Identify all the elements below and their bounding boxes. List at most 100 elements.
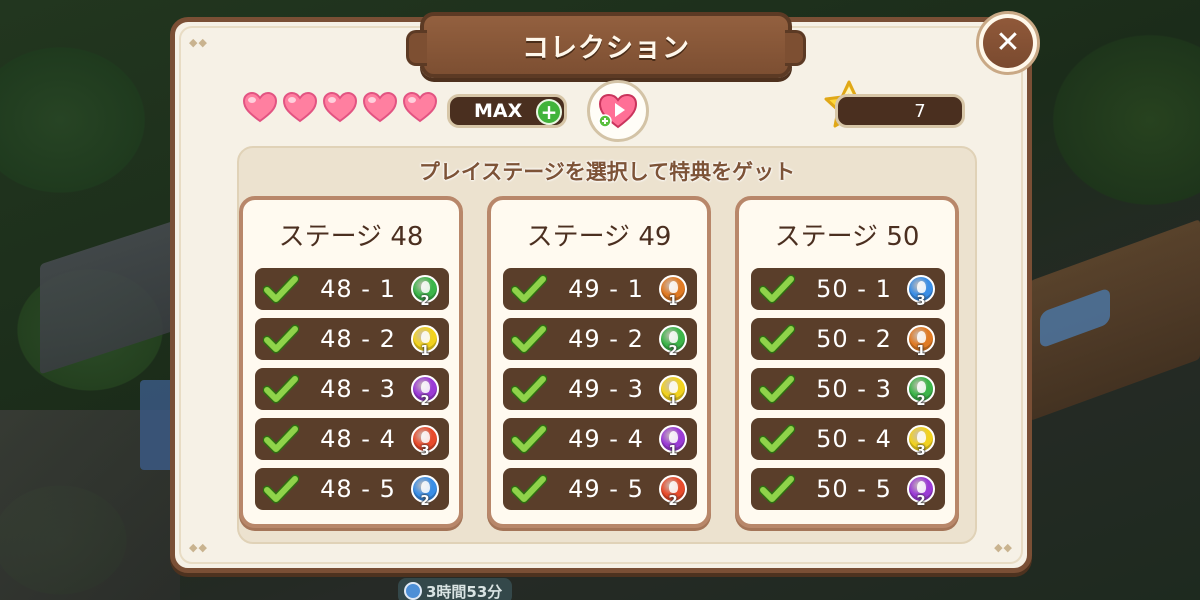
- orb-count: 2: [420, 294, 430, 309]
- orb-count: 3: [916, 294, 926, 309]
- checkmark-icon: [263, 274, 299, 304]
- heart-icon: [361, 90, 399, 124]
- checkmark-icon: [759, 474, 795, 504]
- stage-row[interactable]: 49 - 2 2: [503, 318, 697, 360]
- stage-row[interactable]: 48 - 3 2: [255, 368, 449, 410]
- orange-orb-icon: 1: [907, 325, 935, 359]
- stage-card: ステージ 48 48 - 1 2 48 - 2 1 48 - 3 2 48 - 4 3 48 - …: [239, 196, 463, 528]
- checkmark-icon: [263, 424, 299, 454]
- timer-chip: 3時間53分: [398, 578, 513, 600]
- orb-count: 3: [420, 444, 430, 459]
- checkmark-icon: [511, 274, 547, 304]
- stage-row[interactable]: 48 - 1 2: [255, 268, 449, 310]
- panel-instruction: プレイステージを選択して特典をゲット: [418, 160, 796, 184]
- checkmark-icon: [263, 374, 299, 404]
- hearts-row: [241, 90, 439, 124]
- stage-row-label: 50 - 5: [816, 475, 892, 503]
- orb-count: 1: [916, 344, 926, 359]
- stage-row-label: 49 - 4: [568, 425, 644, 453]
- purple-orb-icon: 2: [907, 475, 935, 509]
- stage-panel: プレイステージを選択して特典をゲット ステージ 48 48 - 1 2 48 - 2 1…: [237, 146, 977, 544]
- yellow-orb-icon: 3: [907, 425, 935, 459]
- stage-row-label: 49 - 1: [568, 275, 644, 303]
- heart-play-icon: [598, 93, 638, 129]
- orb-count: 2: [420, 494, 430, 509]
- stage-row-label: 48 - 4: [320, 425, 396, 453]
- stage-row[interactable]: 49 - 5 2: [503, 468, 697, 510]
- stage-card-title: ステージ 48: [278, 222, 424, 252]
- checkmark-icon: [511, 324, 547, 354]
- checkmark-icon: [759, 274, 795, 304]
- stage-row-label: 48 - 2: [320, 325, 396, 353]
- stage-row[interactable]: 50 - 5 2: [751, 468, 945, 510]
- orange-orb-icon: 1: [659, 275, 687, 309]
- orb-count: 2: [916, 394, 926, 409]
- dialog-title: コレクション: [522, 32, 690, 64]
- corner-ornament-icon: ◆◆: [994, 541, 1013, 554]
- blue-orb-icon: 2: [411, 475, 439, 509]
- stage-row[interactable]: 49 - 1 1: [503, 268, 697, 310]
- green-orb-icon: 2: [411, 275, 439, 309]
- checkmark-icon: [263, 324, 299, 354]
- stage-card: ステージ 50 50 - 1 3 50 - 2 1 50 - 3 2 50 - 4 3 50 - …: [735, 196, 959, 528]
- stage-row[interactable]: 48 - 4 3: [255, 418, 449, 460]
- orb-count: 2: [420, 394, 430, 409]
- collection-dialog: ◆◆ ◆◆ ◆◆ コレクション MAX + 7 プレイステージを選択して特典をゲ…: [170, 12, 1032, 573]
- star-count: 7: [914, 100, 926, 122]
- close-button[interactable]: ✕: [976, 11, 1040, 75]
- green-orb-icon: 2: [659, 325, 687, 359]
- heart-icon: [401, 90, 439, 124]
- heart-max-pill[interactable]: MAX +: [447, 94, 567, 128]
- stage-row-label: 50 - 4: [816, 425, 892, 453]
- add-heart-icon[interactable]: +: [536, 99, 562, 125]
- orb-count: 2: [668, 344, 678, 359]
- stage-card-title: ステージ 50: [774, 222, 920, 252]
- stage-row[interactable]: 49 - 4 1: [503, 418, 697, 460]
- red-orb-icon: 3: [411, 425, 439, 459]
- yellow-orb-icon: 1: [659, 375, 687, 409]
- corner-ornament-icon: ◆◆: [189, 36, 208, 49]
- checkmark-icon: [263, 474, 299, 504]
- clock-icon: [404, 582, 422, 600]
- heart-icon: [241, 90, 279, 124]
- stage-row-label: 50 - 3: [816, 375, 892, 403]
- green-orb-icon: 2: [907, 375, 935, 409]
- checkmark-icon: [759, 374, 795, 404]
- timer-label: 3時間53分: [426, 582, 503, 600]
- stage-card: ステージ 49 49 - 1 1 49 - 2 2 49 - 3 1 49 - 4 1 49 - …: [487, 196, 711, 528]
- stage-row[interactable]: 48 - 5 2: [255, 468, 449, 510]
- stage-row-label: 49 - 3: [568, 375, 644, 403]
- checkmark-icon: [759, 324, 795, 354]
- orb-count: 3: [916, 444, 926, 459]
- purple-orb-icon: 2: [411, 375, 439, 409]
- stage-row-label: 48 - 1: [320, 275, 396, 303]
- title-banner: コレクション: [406, 12, 806, 78]
- heart-max-label: MAX: [474, 100, 523, 122]
- checkmark-icon: [511, 424, 547, 454]
- orb-count: 2: [668, 494, 678, 509]
- red-orb-icon: 2: [659, 475, 687, 509]
- stage-row-label: 50 - 2: [816, 325, 892, 353]
- heart-icon: [321, 90, 359, 124]
- stage-row-label: 49 - 5: [568, 475, 644, 503]
- heart-video-button[interactable]: [587, 80, 649, 142]
- orb-count: 2: [916, 494, 926, 509]
- checkmark-icon: [511, 374, 547, 404]
- blue-orb-icon: 3: [907, 275, 935, 309]
- corner-ornament-icon: ◆◆: [189, 541, 208, 554]
- orb-count: 1: [668, 444, 678, 459]
- yellow-orb-icon: 1: [411, 325, 439, 359]
- stage-row-label: 48 - 5: [320, 475, 396, 503]
- stage-row[interactable]: 48 - 2 1: [255, 318, 449, 360]
- stage-row[interactable]: 50 - 4 3: [751, 418, 945, 460]
- stage-row-label: 49 - 2: [568, 325, 644, 353]
- close-icon: ✕: [983, 18, 1033, 68]
- stage-row-label: 48 - 3: [320, 375, 396, 403]
- stage-row[interactable]: 49 - 3 1: [503, 368, 697, 410]
- stage-row[interactable]: 50 - 1 3: [751, 268, 945, 310]
- checkmark-icon: [759, 424, 795, 454]
- stage-row[interactable]: 50 - 3 2: [751, 368, 945, 410]
- orb-count: 1: [420, 344, 430, 359]
- stage-row[interactable]: 50 - 2 1: [751, 318, 945, 360]
- orb-count: 1: [668, 294, 678, 309]
